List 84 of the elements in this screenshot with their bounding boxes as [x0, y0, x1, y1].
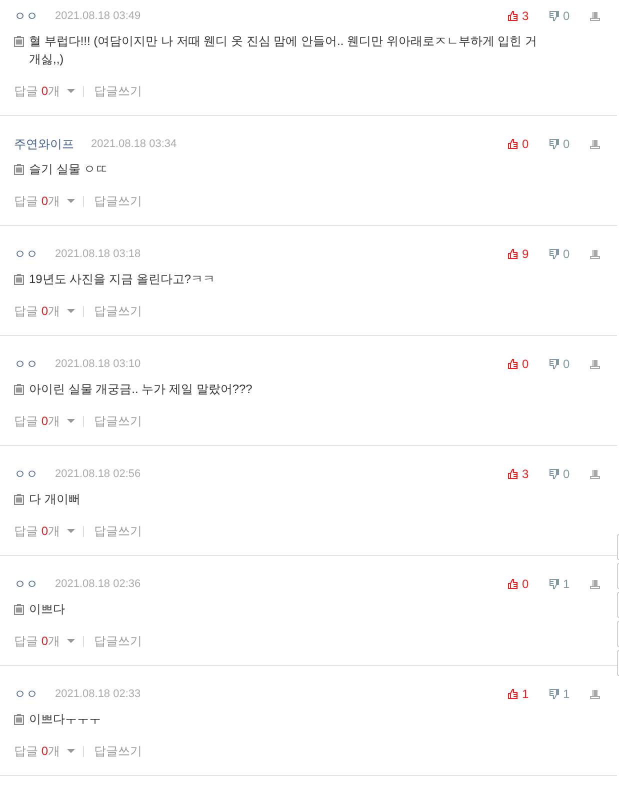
author-name[interactable]: 주연와이프 — [14, 136, 74, 152]
thumbs-down-icon — [549, 139, 559, 149]
thumbs-down-icon — [549, 689, 559, 699]
comment-text: 이쁘다 — [29, 601, 66, 618]
caret-icon — [67, 309, 76, 313]
comment-text: 슬기 실물 ㅇㄸ — [29, 161, 109, 178]
author-name[interactable]: ㅇㅇ — [14, 576, 38, 592]
caret-icon — [67, 199, 76, 203]
like-button[interactable]: 0 — [508, 357, 549, 371]
thumbs-up-icon — [508, 249, 518, 259]
siren-icon[interactable] — [590, 249, 600, 259]
siren-icon[interactable] — [590, 689, 600, 699]
reply-count-button[interactable]: 답글 0개 — [14, 302, 76, 320]
thumbs-up-icon — [508, 689, 518, 699]
caret-icon — [67, 529, 76, 533]
thumbs-up-icon — [508, 579, 518, 589]
comment-date: 2021.08.18 02:56 — [55, 468, 141, 480]
like-button[interactable]: 1 — [508, 687, 549, 701]
write-reply-link[interactable]: 답글쓰기 — [94, 412, 142, 430]
dislike-button[interactable]: 0 — [549, 357, 590, 371]
author-name[interactable]: ㅇㅇ — [14, 686, 38, 702]
dislike-button[interactable]: 1 — [549, 687, 590, 701]
comment-text: 이쁘다ㅜㅜㅜ — [29, 711, 102, 728]
author-name[interactable]: ㅇㅇ — [14, 8, 38, 24]
reply-count-button[interactable]: 답글 0개 — [14, 742, 76, 760]
dislike-button[interactable]: 0 — [549, 137, 590, 151]
dislike-button[interactable]: 1 — [549, 577, 590, 591]
thumbs-down-icon — [549, 579, 559, 589]
like-button[interactable]: 9 — [508, 247, 549, 261]
comment-date: 2021.08.18 03:10 — [55, 358, 141, 370]
comment-text: 19년도 사진을 지금 올린다고?ㅋㅋ — [29, 271, 216, 288]
thumbs-up-icon — [508, 359, 518, 369]
thumbs-up-icon — [508, 11, 518, 21]
reply-count-button[interactable]: 답글 0개 — [14, 192, 76, 210]
write-reply-link[interactable]: 답글쓰기 — [94, 302, 142, 320]
memo-icon — [14, 604, 24, 615]
comment-date: 2021.08.18 03:34 — [91, 138, 177, 150]
comment-date: 2021.08.18 02:33 — [55, 688, 141, 700]
dislike-button[interactable]: 0 — [549, 247, 590, 261]
write-reply-link[interactable]: 답글쓰기 — [94, 192, 142, 210]
comment-text: 다 개이뻐 — [29, 491, 82, 508]
thumbs-up-icon — [508, 139, 518, 149]
comment-date: 2021.08.18 03:18 — [55, 248, 141, 260]
caret-icon — [67, 89, 76, 93]
dislike-button[interactable]: 0 — [549, 467, 590, 481]
memo-icon — [14, 274, 24, 285]
memo-icon — [14, 384, 24, 395]
author-name[interactable]: ㅇㅇ — [14, 356, 38, 372]
write-reply-link[interactable]: 답글쓰기 — [94, 742, 142, 760]
reply-count-button[interactable]: 답글 0개 — [14, 82, 76, 100]
caret-icon — [67, 639, 76, 643]
like-button[interactable]: 0 — [508, 577, 549, 591]
memo-icon — [14, 164, 24, 175]
write-reply-link[interactable]: 답글쓰기 — [94, 82, 142, 100]
caret-icon — [67, 419, 76, 423]
comment-date: 2021.08.18 03:49 — [55, 10, 141, 22]
siren-icon[interactable] — [590, 139, 600, 149]
thumbs-down-icon — [549, 11, 559, 21]
write-reply-link[interactable]: 답글쓰기 — [94, 522, 142, 540]
thumbs-down-icon — [549, 249, 559, 259]
siren-icon[interactable] — [590, 11, 600, 21]
thumbs-down-icon — [549, 359, 559, 369]
write-reply-link[interactable]: 답글쓰기 — [94, 632, 142, 650]
reply-count-button[interactable]: 답글 0개 — [14, 522, 76, 540]
siren-icon[interactable] — [590, 469, 600, 479]
memo-icon — [14, 714, 24, 725]
memo-icon — [14, 36, 24, 47]
author-name[interactable]: ㅇㅇ — [14, 246, 38, 262]
thumbs-down-icon — [549, 469, 559, 479]
author-name[interactable]: ㅇㅇ — [14, 466, 38, 482]
reply-count-button[interactable]: 답글 0개 — [14, 412, 76, 430]
memo-icon — [14, 494, 24, 505]
comment-date: 2021.08.18 02:36 — [55, 578, 141, 590]
thumbs-up-icon — [508, 469, 518, 479]
reply-count-button[interactable]: 답글 0개 — [14, 632, 76, 650]
siren-icon[interactable] — [590, 359, 600, 369]
dislike-button[interactable]: 0 — [549, 9, 590, 23]
like-button[interactable]: 0 — [508, 137, 549, 151]
comment-text: 혈 부럽다!!! (여담이지만 나 저때 웬디 옷 진심 맘에 안들어.. 웬디만 위아래로ㅈㄴ부하게 입힌 거 개싫,,) — [29, 33, 538, 68]
like-button[interactable]: 3 — [508, 9, 549, 23]
comment-text: 아이린 실물 개궁금.. 누가 제일 말랐어??? — [29, 381, 254, 398]
caret-icon — [67, 749, 76, 753]
like-button[interactable]: 3 — [508, 467, 549, 481]
siren-icon[interactable] — [590, 579, 600, 589]
